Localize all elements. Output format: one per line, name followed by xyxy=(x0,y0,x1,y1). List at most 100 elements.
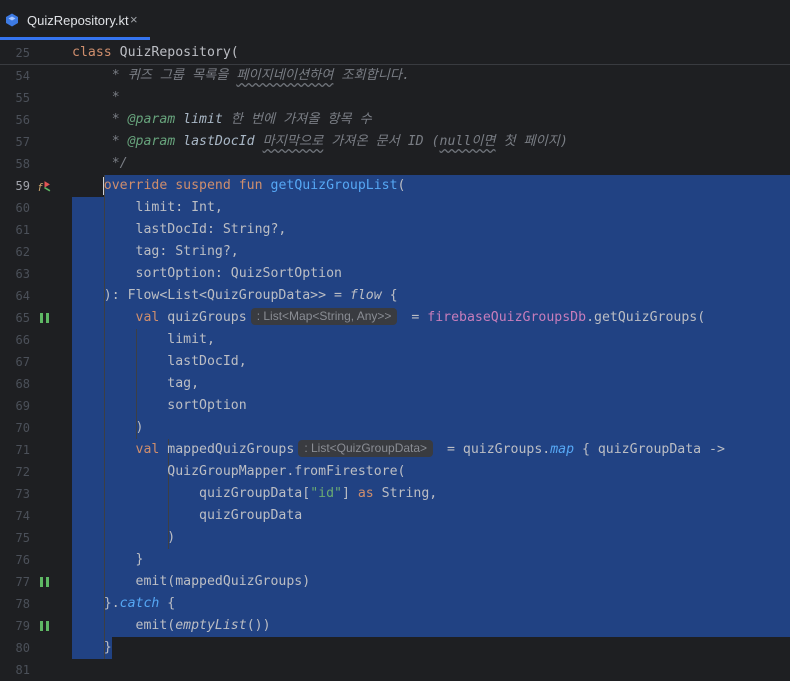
code-token: tag: String?, xyxy=(72,244,239,259)
code-token: ] xyxy=(341,486,358,501)
code-token: sortOption xyxy=(72,398,247,413)
code-line: * xyxy=(72,87,120,109)
line-number: 56 xyxy=(15,113,30,127)
code-line: lastDocId: String?, xyxy=(72,219,287,241)
code-line: ) xyxy=(72,417,144,439)
sticky-keyword: class xyxy=(72,45,112,60)
code-token: 첫 페이지) xyxy=(495,134,568,149)
code-line: ): Flow<List<QuizGroupData>> = flow { xyxy=(72,285,398,307)
code-token: quizGroupData[ xyxy=(72,486,311,501)
code-token: emit( xyxy=(72,618,176,633)
code-token: */ xyxy=(72,156,128,171)
code-line: limit, xyxy=(72,329,215,351)
code-token: 가져온 문서 ID ( xyxy=(323,134,440,149)
code-token: }. xyxy=(72,596,120,611)
code-token: emptyList xyxy=(175,618,247,633)
code-token: 페이지네이션하여 xyxy=(236,68,334,83)
line-number: 68 xyxy=(15,377,30,391)
code-line: lastDocId, xyxy=(72,351,247,373)
code-token: as xyxy=(357,486,374,501)
line-number: 55 xyxy=(15,91,30,105)
code-token: emit(mappedQuizGroups) xyxy=(72,574,311,589)
line-number: 65 xyxy=(15,311,30,325)
suspend-call-icon[interactable] xyxy=(40,577,49,587)
code-line: sortOption xyxy=(72,395,247,417)
code-token: String, xyxy=(373,486,438,501)
line-number: 66 xyxy=(15,333,30,347)
code-token: * xyxy=(72,90,120,105)
code-token: = quizGroups. xyxy=(439,442,551,457)
code-line: }.catch { xyxy=(72,593,175,615)
line-number: 76 xyxy=(15,553,30,567)
line-number: 74 xyxy=(15,509,30,523)
code-token: ): Flow<List<QuizGroupData>> = xyxy=(72,288,350,303)
code-line: val quizGroups: List<Map<String, Any>> =… xyxy=(72,307,705,329)
code-token: tag, xyxy=(72,376,200,391)
code-line: sortOption: QuizSortOption xyxy=(72,263,342,285)
line-number: 60 xyxy=(15,201,30,215)
line-number: 63 xyxy=(15,267,30,281)
line-number: 67 xyxy=(15,355,30,369)
sticky-header: 25 class QuizRepository( xyxy=(0,40,790,65)
code-token: 한 번에 가져올 항목 수 xyxy=(222,112,372,127)
code-line: limit: Int, xyxy=(72,197,223,219)
line-number: 79 xyxy=(15,619,30,633)
code-token: } xyxy=(72,640,112,655)
line-number: 77 xyxy=(15,575,30,589)
suspend-call-icon[interactable] xyxy=(40,313,49,323)
code-token: ) xyxy=(72,530,176,545)
code-line: quizGroupData["id"] as String, xyxy=(72,483,437,505)
code-token: { xyxy=(159,596,176,611)
tab-quiz-repository[interactable]: QuizRepository.kt × xyxy=(0,0,150,40)
sticky-line-number: 25 xyxy=(15,46,30,60)
inlay-type-hint: : List<Map<String, Any>> xyxy=(250,308,398,325)
line-number: 73 xyxy=(15,487,30,501)
kotlin-file-icon xyxy=(6,13,18,27)
line-number: 61 xyxy=(15,223,30,237)
code-token: { quizGroupData -> xyxy=(574,442,725,457)
code-line: ) xyxy=(72,527,175,549)
code-line: */ xyxy=(72,153,128,175)
line-number: 78 xyxy=(15,597,30,611)
code-token: limit: Int, xyxy=(72,200,223,215)
code-token: } xyxy=(72,552,144,567)
code-token: val xyxy=(72,442,168,457)
code-token: getQuizGroupList xyxy=(270,178,398,193)
line-number: 64 xyxy=(15,289,30,303)
line-number: 72 xyxy=(15,465,30,479)
code-token: firebaseQuizGroupsDb xyxy=(427,310,587,325)
override-run-icon[interactable]: f xyxy=(38,180,51,193)
line-number: 75 xyxy=(15,531,30,545)
code-token: .getQuizGroups( xyxy=(586,310,706,325)
code-token: null이면 xyxy=(439,134,496,149)
code-token: lastDocId xyxy=(183,134,255,149)
code-line: * 퀴즈 그룹 목록을 페이지네이션하여 조회합니다. xyxy=(72,65,410,87)
code-line: val mappedQuizGroups: List<QuizGroupData… xyxy=(72,439,725,461)
code-token: * xyxy=(72,134,128,149)
line-number: 57 xyxy=(15,135,30,149)
code-token: @param xyxy=(127,134,184,149)
suspend-call-icon[interactable] xyxy=(40,621,49,631)
code-token: catch xyxy=(119,596,160,611)
line-number: 80 xyxy=(15,641,30,655)
line-number: 59 xyxy=(15,179,30,193)
code-line: emit(mappedQuizGroups) xyxy=(72,571,311,593)
code-token: map xyxy=(550,442,575,457)
code-line: tag, xyxy=(72,373,199,395)
svg-text:f: f xyxy=(38,181,44,193)
line-number: 71 xyxy=(15,443,30,457)
code-token: val xyxy=(72,310,168,325)
code-token: ( xyxy=(397,178,406,193)
line-number: 54 xyxy=(15,69,30,83)
inlay-type-hint: : List<QuizGroupData> xyxy=(298,440,434,457)
code-token: flow xyxy=(349,288,382,303)
code-editor[interactable]: 25 class QuizRepository( 54 * 퀴즈 그룹 목록을 … xyxy=(0,40,790,677)
tab-close-icon[interactable]: × xyxy=(130,12,138,27)
code-token: * 퀴즈 그룹 목록을 xyxy=(72,68,237,83)
code-token: { xyxy=(381,288,398,303)
code-token: lastDocId, xyxy=(72,354,247,369)
line-number: 81 xyxy=(15,663,30,677)
code-token: ()) xyxy=(246,618,271,633)
code-token: * xyxy=(72,112,128,127)
code-token: sortOption: QuizSortOption xyxy=(72,266,342,281)
